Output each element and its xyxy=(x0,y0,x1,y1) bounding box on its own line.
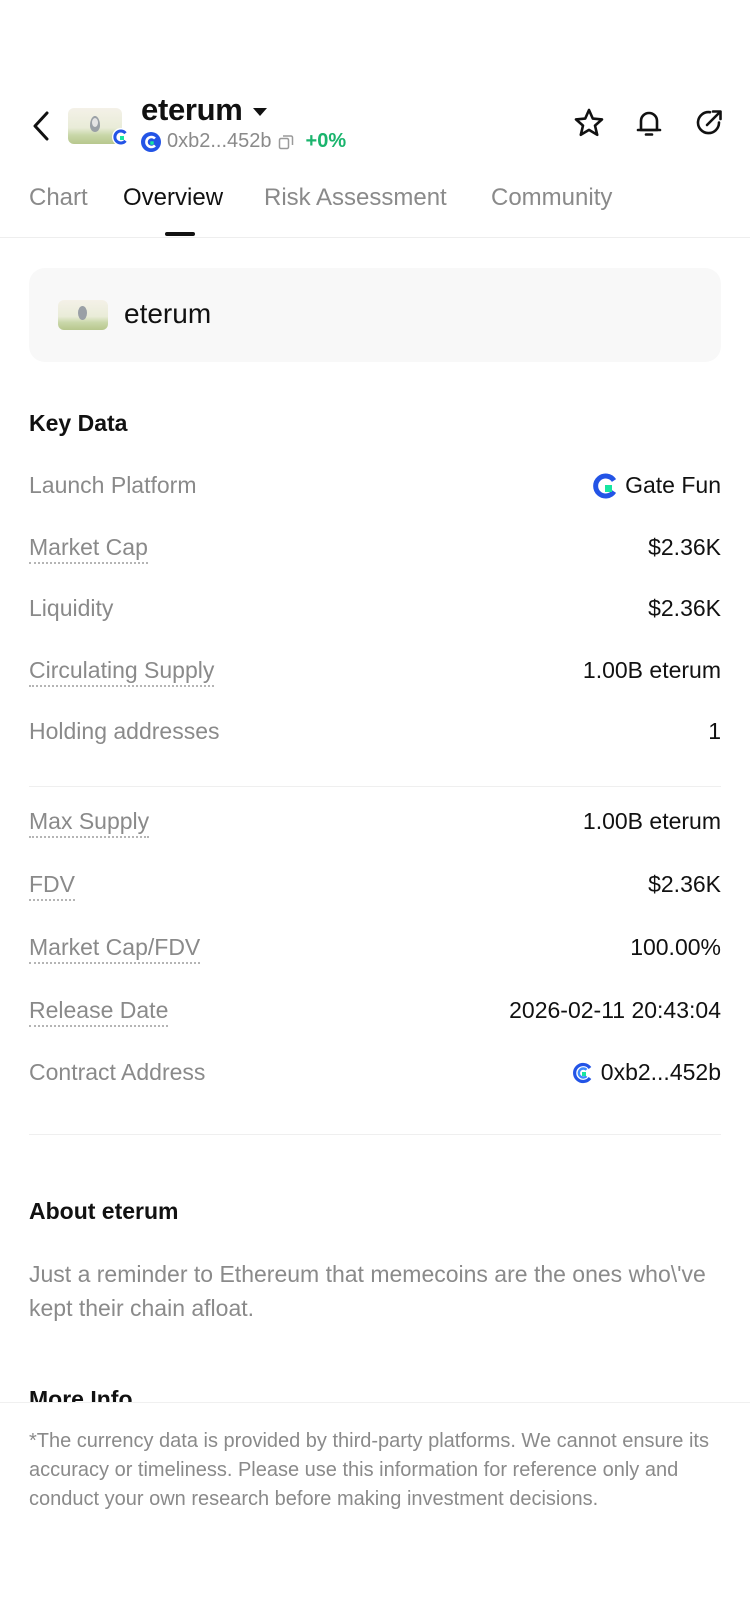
token-address: 0xb2...452b xyxy=(167,130,272,152)
star-icon xyxy=(574,108,604,137)
holding-addresses-value: 1 xyxy=(708,718,721,744)
token-title[interactable]: eterum xyxy=(141,92,267,128)
market-cap-fdv-label[interactable]: Market Cap/FDV xyxy=(29,934,201,964)
gate-fun-icon xyxy=(593,473,617,498)
row-liquidity: Liquidity $2.36K xyxy=(29,591,721,631)
tab-overview[interactable]: Overview xyxy=(123,184,223,212)
disclaimer-text: *The currency data is provided by third-… xyxy=(29,1430,709,1510)
token-card[interactable]: eterum xyxy=(29,268,721,362)
row-market-cap-fdv: Market Cap/FDV 100.00% xyxy=(29,930,721,970)
price-change: +0% xyxy=(305,130,347,152)
row-release-date: Release Date 2026-02-11 20:43:04 xyxy=(29,993,721,1033)
divider xyxy=(29,1134,721,1135)
tab-risk-assessment[interactable]: Risk Assessment xyxy=(264,184,447,212)
token-name: eterum xyxy=(141,92,243,127)
tab-bar: Chart Overview Risk Assessment Community xyxy=(0,180,750,238)
active-tab-indicator xyxy=(165,232,195,236)
gate-chain-badge-icon xyxy=(112,128,130,146)
launch-platform-text: Gate Fun xyxy=(625,472,721,498)
liquidity-label: Liquidity xyxy=(29,595,114,621)
header-actions xyxy=(572,106,726,140)
row-circulating-supply: Circulating Supply 1.00B eterum xyxy=(29,653,721,693)
row-launch-platform: Launch Platform Gate Fun xyxy=(29,468,721,508)
market-cap-fdv-value: 100.00% xyxy=(630,934,721,960)
circulating-supply-label[interactable]: Circulating Supply xyxy=(29,657,215,687)
row-max-supply: Max Supply 1.00B eterum xyxy=(29,804,721,844)
share-icon xyxy=(696,110,722,135)
back-arrow-icon xyxy=(33,111,49,141)
max-supply-label[interactable]: Max Supply xyxy=(29,808,150,838)
market-cap-value: $2.36K xyxy=(648,534,721,560)
contract-address-text: 0xb2...452b xyxy=(600,1059,721,1085)
key-data-title: Key Data xyxy=(29,410,128,436)
tab-community[interactable]: Community xyxy=(491,184,612,212)
copy-icon[interactable] xyxy=(278,134,294,150)
fdv-label[interactable]: FDV xyxy=(29,871,75,901)
row-holding-addresses: Holding addresses 1 xyxy=(29,714,721,754)
release-date-value: 2026-02-11 20:43:04 xyxy=(509,997,721,1023)
circulating-supply-value: 1.00B eterum xyxy=(582,657,721,683)
tab-chart[interactable]: Chart xyxy=(29,184,88,212)
holding-addresses-label: Holding addresses xyxy=(29,718,220,744)
token-subtitle: 0xb2...452b +0% xyxy=(141,130,346,153)
about-title: About eterum xyxy=(29,1198,179,1224)
max-supply-value: 1.00B eterum xyxy=(582,808,721,834)
token-card-logo xyxy=(58,300,108,330)
launch-platform-value[interactable]: Gate Fun xyxy=(593,472,721,499)
fdv-value: $2.36K xyxy=(648,871,721,897)
launch-platform-label: Launch Platform xyxy=(29,472,197,498)
row-contract-address: Contract Address 0xb2...452b xyxy=(29,1055,721,1095)
row-fdv: FDV $2.36K xyxy=(29,867,721,907)
contract-address-value[interactable]: 0xb2...452b xyxy=(571,1059,721,1086)
market-cap-label[interactable]: Market Cap xyxy=(29,534,148,564)
about-description: Just a reminder to Ethereum that memecoi… xyxy=(29,1261,706,1321)
divider xyxy=(29,786,721,787)
gate-chain-icon xyxy=(141,131,161,152)
release-date-label[interactable]: Release Date xyxy=(29,997,169,1027)
gate-chain-icon xyxy=(572,1062,592,1083)
bell-icon xyxy=(636,111,662,136)
disclaimer-panel: *The currency data is provided by third-… xyxy=(0,1402,750,1624)
token-header: eterum 0xb2...452b +0% xyxy=(0,88,750,168)
contract-address-label: Contract Address xyxy=(29,1059,206,1085)
alert-button[interactable] xyxy=(632,106,666,140)
liquidity-value: $2.36K xyxy=(648,595,721,621)
back-button[interactable] xyxy=(26,106,56,146)
favorite-button[interactable] xyxy=(572,106,606,140)
row-market-cap: Market Cap $2.36K xyxy=(29,530,721,570)
share-button[interactable] xyxy=(692,106,726,140)
dropdown-caret-icon xyxy=(252,108,267,116)
token-card-name: eterum xyxy=(124,298,212,329)
